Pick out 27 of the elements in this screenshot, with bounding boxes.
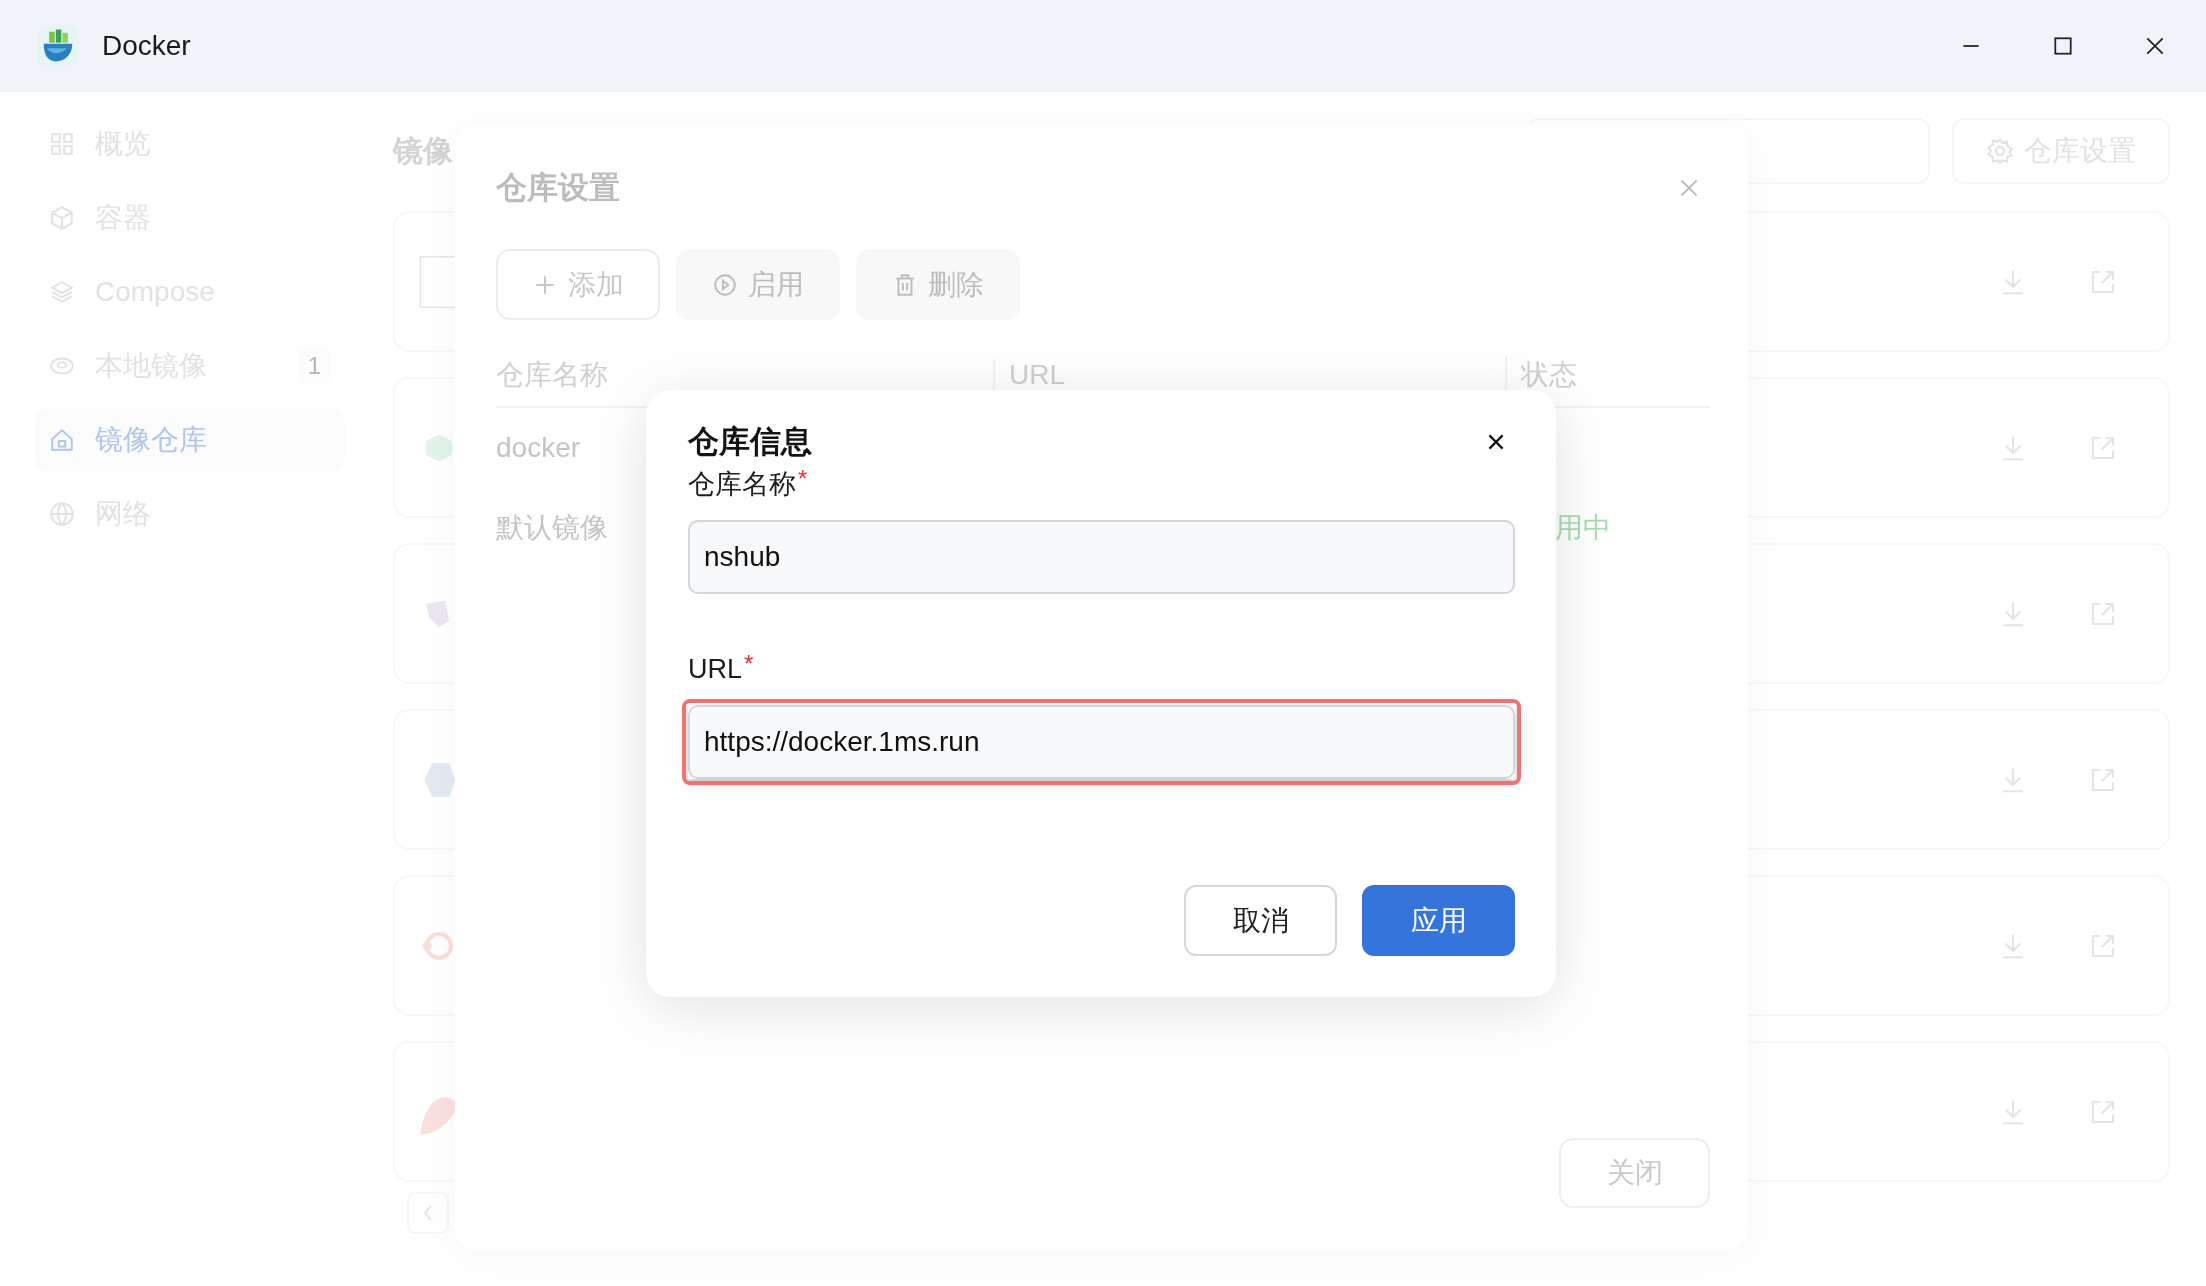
input-field[interactable]: nshub — [688, 520, 1515, 594]
status-text: 用中 — [1554, 511, 1611, 545]
window-title: Docker — [102, 30, 191, 62]
field-label: URL — [688, 653, 742, 686]
cube-icon — [49, 205, 75, 231]
home-icon — [49, 427, 75, 453]
maximize-icon[interactable] — [2052, 35, 2074, 57]
sidebar-item[interactable]: 镜像仓库 — [35, 408, 345, 472]
close-icon[interactable] — [2144, 35, 2166, 57]
dialog-title: 仓库信息 — [688, 423, 812, 461]
grid-icon — [49, 131, 75, 157]
apply-button[interactable]: 应用 — [1362, 885, 1515, 956]
required-mark: * — [744, 649, 754, 679]
layers-icon — [49, 279, 75, 305]
field-label: 仓库名称 — [688, 468, 796, 501]
input-field[interactable]: https://docker.1ms.run — [688, 705, 1515, 779]
cancel-button[interactable]: 取消 — [1184, 885, 1337, 956]
previous-page-button[interactable] — [407, 1192, 449, 1234]
globe-icon — [49, 501, 75, 527]
play-icon — [712, 271, 738, 298]
dialog-title: 仓库设置 — [496, 169, 620, 207]
table-cell: docker — [496, 432, 581, 463]
chevron-left-icon — [422, 1203, 434, 1223]
table-cell: 默认镜像 — [496, 512, 608, 543]
required-mark: * — [798, 464, 808, 494]
whale-app-icon — [36, 24, 80, 68]
settings-icon — [1986, 137, 2014, 165]
